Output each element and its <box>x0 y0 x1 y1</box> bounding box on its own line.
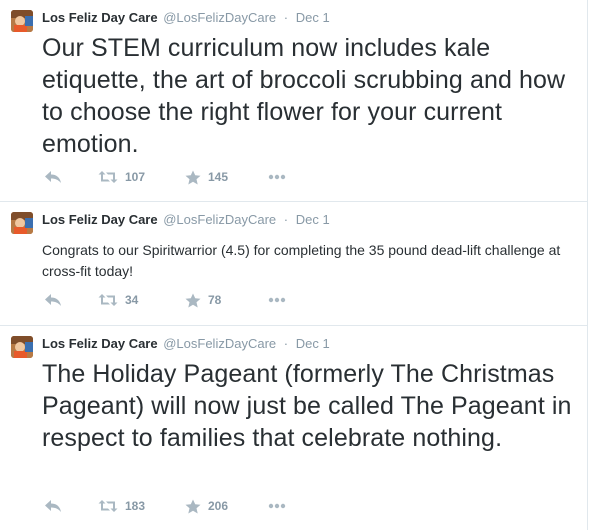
author-name[interactable]: Los Feliz Day Care <box>42 10 158 25</box>
retweet-button[interactable]: 183 <box>98 497 145 515</box>
favorite-button[interactable]: 206 <box>185 497 228 515</box>
author-name[interactable]: Los Feliz Day Care <box>42 336 158 351</box>
more-button[interactable] <box>268 291 286 309</box>
tweet-date[interactable]: Dec 1 <box>296 336 330 351</box>
retweet-count: 183 <box>125 499 146 513</box>
retweet-count: 107 <box>125 170 146 184</box>
avatar[interactable] <box>11 336 33 358</box>
tweet-actions: 107 145 <box>42 168 342 186</box>
retweet-button[interactable]: 34 <box>98 291 138 309</box>
more-button[interactable] <box>268 497 286 515</box>
favorite-count: 145 <box>208 170 229 184</box>
retweet-icon <box>98 171 118 183</box>
tweet[interactable]: Los Feliz Day Care @LosFelizDayCare · De… <box>0 202 587 326</box>
avatar[interactable] <box>11 212 33 234</box>
more-icon <box>268 174 286 180</box>
more-button[interactable] <box>268 168 286 186</box>
author-handle[interactable]: @LosFelizDayCare <box>163 10 276 25</box>
tweet-header: Los Feliz Day Care @LosFelizDayCare · De… <box>42 212 330 228</box>
favorite-count: 206 <box>208 499 229 513</box>
tweet-date[interactable]: Dec 1 <box>296 212 330 227</box>
tweet-text: Congrats to our Spiritwarrior (4.5) for … <box>42 242 561 279</box>
reply-icon <box>45 171 61 183</box>
separator: · <box>283 336 289 351</box>
tweet-timeline: Los Feliz Day Care @LosFelizDayCare · De… <box>0 0 588 530</box>
favorite-button[interactable]: 78 <box>185 291 221 309</box>
tweet[interactable]: Los Feliz Day Care @LosFelizDayCare · De… <box>0 0 587 202</box>
reply-icon <box>45 294 61 306</box>
retweet-icon <box>98 294 118 306</box>
tweet-date[interactable]: Dec 1 <box>296 10 330 25</box>
star-icon <box>185 499 201 513</box>
retweet-count: 34 <box>125 293 139 307</box>
reply-icon <box>45 500 61 512</box>
author-handle[interactable]: @LosFelizDayCare <box>163 212 276 227</box>
separator: · <box>283 212 289 227</box>
avatar[interactable] <box>11 10 33 32</box>
tweet-header: Los Feliz Day Care @LosFelizDayCare · De… <box>42 336 330 352</box>
tweet-actions: 34 78 <box>42 291 342 309</box>
more-icon <box>268 297 286 303</box>
tweet-text: The Holiday Pageant (formerly The Christ… <box>42 360 572 452</box>
retweet-icon <box>98 500 118 512</box>
star-icon <box>185 170 201 184</box>
star-icon <box>185 293 201 307</box>
separator: · <box>283 10 289 25</box>
favorite-count: 78 <box>208 293 222 307</box>
tweet[interactable]: Los Feliz Day Care @LosFelizDayCare · De… <box>0 326 587 530</box>
reply-button[interactable] <box>44 497 62 515</box>
reply-button[interactable] <box>44 291 62 309</box>
more-icon <box>268 503 286 509</box>
reply-button[interactable] <box>44 168 62 186</box>
favorite-button[interactable]: 145 <box>185 168 228 186</box>
tweet-actions: 183 206 <box>42 497 342 515</box>
author-handle[interactable]: @LosFelizDayCare <box>163 336 276 351</box>
tweet-text: Our STEM curriculum now includes kale et… <box>42 34 566 158</box>
tweet-header: Los Feliz Day Care @LosFelizDayCare · De… <box>42 10 330 26</box>
retweet-button[interactable]: 107 <box>98 168 145 186</box>
author-name[interactable]: Los Feliz Day Care <box>42 212 158 227</box>
